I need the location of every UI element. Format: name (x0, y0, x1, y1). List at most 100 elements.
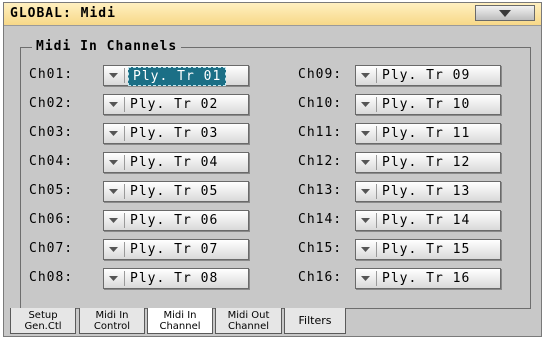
channel-value: Ply. Tr 07 (130, 242, 219, 257)
triangle-down-icon (499, 10, 511, 17)
group-label: Midi In Channels (32, 39, 182, 54)
channel-select[interactable]: Ply. Tr 10 (355, 94, 501, 115)
channel-select[interactable]: Ply. Tr 08 (103, 268, 249, 289)
tab-label: Channel (159, 321, 201, 332)
channel-label: Ch14: (298, 212, 343, 227)
tab-label: Gen.Ctl (24, 321, 62, 332)
channel-label: Ch08: (29, 270, 74, 285)
combo-divider (376, 213, 377, 228)
channel-select[interactable]: Ply. Tr 15 (355, 239, 501, 260)
channel-value: Ply. Tr 12 (382, 155, 471, 170)
tab-midi-out[interactable]: Midi Out Channel (215, 308, 282, 334)
channel-value: Ply. Tr 11 (382, 126, 471, 141)
chevron-down-icon (109, 247, 118, 252)
channel-label: Ch15: (298, 241, 343, 256)
channel-select[interactable]: Ply. Tr 09 (355, 65, 501, 86)
combo-divider (376, 126, 377, 141)
channel-value: Ply. Tr 02 (130, 97, 219, 112)
combo-divider (124, 126, 125, 141)
tab-label: Filters (298, 314, 332, 327)
channel-value: Ply. Tr 04 (130, 155, 219, 170)
channel-label: Ch04: (29, 154, 74, 169)
channel-label: Ch07: (29, 241, 74, 256)
title-bar: GLOBAL: Midi (4, 3, 541, 26)
chevron-down-icon (361, 102, 370, 107)
tab-label: Midi Out (227, 310, 270, 321)
chevron-down-icon (361, 189, 370, 194)
channel-value: Ply. Tr 15 (382, 242, 471, 257)
channel-value: Ply. Tr 05 (130, 184, 219, 199)
channel-value: Ply. Tr 09 (382, 68, 471, 83)
channel-value: Ply. Tr 16 (382, 271, 471, 286)
chevron-down-icon (361, 131, 370, 136)
channel-select[interactable]: Ply. Tr 07 (103, 239, 249, 260)
chevron-down-icon (109, 160, 118, 165)
channel-label: Ch13: (298, 183, 343, 198)
channel-select[interactable]: Ply. Tr 03 (103, 123, 249, 144)
channel-select[interactable]: Ply. Tr 12 (355, 152, 501, 173)
combo-divider (124, 155, 125, 170)
channel-label: Ch01: (29, 67, 74, 82)
channel-label: Ch03: (29, 125, 74, 140)
combo-divider (124, 97, 125, 112)
channel-value: Ply. Tr 13 (382, 184, 471, 199)
channel-label: Ch05: (29, 183, 74, 198)
channel-label: Ch09: (298, 67, 343, 82)
channel-label: Ch11: (298, 125, 343, 140)
tab-label: Control (93, 321, 131, 332)
channel-select[interactable]: Ply. Tr 14 (355, 210, 501, 231)
page-title: GLOBAL: Midi (10, 6, 116, 21)
channel-select[interactable]: Ply. Tr 11 (355, 123, 501, 144)
chevron-down-icon (361, 247, 370, 252)
chevron-down-icon (109, 189, 118, 194)
chevron-down-icon (361, 218, 370, 223)
channel-select[interactable]: Ply. Tr 02 (103, 94, 249, 115)
tab-midi-in[interactable]: Midi In Control (79, 308, 145, 334)
global-midi-screen: GLOBAL: Midi Midi In Channels Ch01: Ply. … (3, 2, 542, 337)
combo-divider (376, 242, 377, 257)
combo-divider (376, 271, 377, 286)
channel-value: Ply. Tr 14 (382, 213, 471, 228)
chevron-down-icon (109, 218, 118, 223)
channel-value: Ply. Tr 06 (130, 213, 219, 228)
tab-midi-in[interactable]: Midi In Channel (147, 308, 213, 334)
combo-divider (124, 271, 125, 286)
tab-label: Channel (227, 321, 270, 332)
channel-select[interactable]: Ply. Tr 13 (355, 181, 501, 202)
tab-setup[interactable]: Setup Gen.Ctl (10, 308, 76, 334)
channel-label: Ch02: (29, 96, 74, 111)
chevron-down-icon (109, 276, 118, 281)
channel-select[interactable]: Ply. Tr 05 (103, 181, 249, 202)
channel-label: Ch10: (298, 96, 343, 111)
tab-filters[interactable]: Filters (284, 308, 346, 334)
channel-value: Ply. Tr 08 (130, 271, 219, 286)
combo-divider (124, 213, 125, 228)
page-menu-button[interactable] (475, 5, 535, 21)
channel-value: Ply. Tr 10 (382, 97, 471, 112)
channel-label: Ch16: (298, 270, 343, 285)
channel-select[interactable]: Ply. Tr 16 (355, 268, 501, 289)
tab-label: Midi In (95, 310, 129, 321)
channel-select[interactable]: Ply. Tr 06 (103, 210, 249, 231)
chevron-down-icon (361, 73, 370, 78)
channel-label: Ch12: (298, 154, 343, 169)
tab-label: Midi In (163, 310, 197, 321)
channel-select[interactable]: Ply. Tr 01 (103, 65, 249, 86)
channel-value: Ply. Tr 01 (128, 67, 227, 86)
combo-divider (376, 155, 377, 170)
channel-select[interactable]: Ply. Tr 04 (103, 152, 249, 173)
tab-label: Setup (28, 310, 58, 321)
chevron-down-icon (109, 102, 118, 107)
combo-divider (124, 184, 125, 199)
channel-label: Ch06: (29, 212, 74, 227)
combo-divider (376, 184, 377, 199)
combo-divider (124, 242, 125, 257)
chevron-down-icon (361, 276, 370, 281)
chevron-down-icon (109, 73, 118, 78)
chevron-down-icon (361, 160, 370, 165)
combo-divider (124, 68, 125, 83)
combo-divider (376, 97, 377, 112)
chevron-down-icon (109, 131, 118, 136)
channel-value: Ply. Tr 03 (130, 126, 219, 141)
combo-divider (376, 68, 377, 83)
